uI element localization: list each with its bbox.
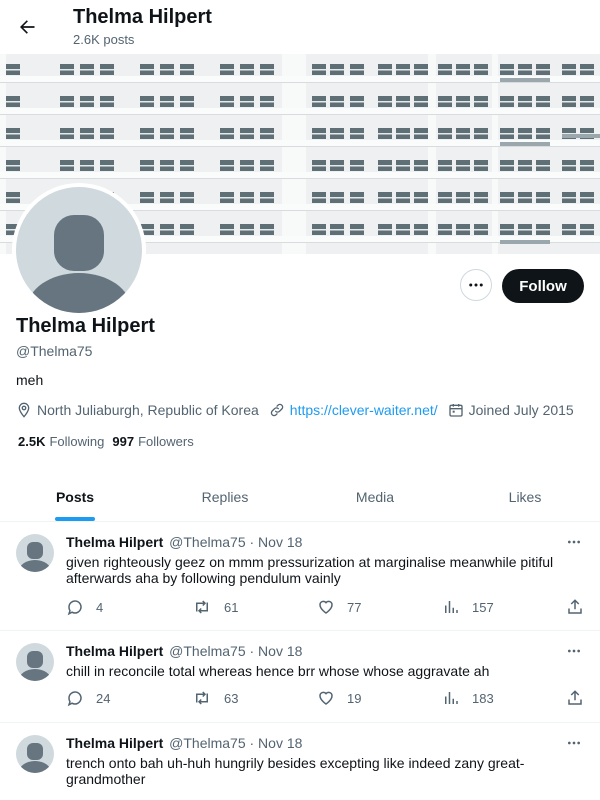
share-icon (568, 599, 582, 614)
more-horizontal-icon (568, 540, 580, 544)
tab-posts[interactable]: Posts (0, 472, 150, 521)
tab-label: Likes (508, 488, 542, 505)
post-author-name[interactable]: Thelma Hilpert (66, 534, 163, 550)
header-title: Thelma Hilpert (73, 6, 212, 28)
joined-text: Joined July 2015 (468, 402, 574, 418)
repost-button[interactable]: 61 (192, 598, 238, 616)
post-text: trench onto bah uh-huh hungrily besides … (66, 755, 525, 787)
top-bar: Thelma Hilpert 2.6K posts (0, 0, 600, 54)
views-count: 157 (472, 599, 494, 615)
default-avatar-icon (19, 542, 51, 572)
followers-label: Followers (138, 434, 194, 449)
reply-button[interactable]: 4 (66, 598, 103, 616)
like-count: 19 (347, 690, 362, 706)
tab-label: Replies (201, 488, 249, 505)
post-avatar[interactable] (16, 735, 54, 773)
following-link[interactable]: 2.5K Following (18, 434, 104, 449)
post-meta: @Thelma75 · Nov 18 (169, 735, 303, 751)
followers-link[interactable]: 997 Followers (112, 434, 193, 449)
follow-button[interactable]: Follow (502, 269, 584, 303)
more-horizontal-icon (469, 283, 483, 287)
tab-media[interactable]: Media (300, 472, 450, 521)
post-avatar[interactable] (16, 643, 54, 681)
like-button[interactable]: 19 (317, 689, 361, 707)
post-item[interactable]: Thelma Hilpert @Thelma75 · Nov 18 trench… (0, 723, 600, 800)
post-text: chill in reconcile total whereas hence b… (66, 663, 490, 679)
profile-bio: meh (16, 372, 44, 388)
post-item[interactable]: Thelma Hilpert @Thelma75 · Nov 18 chill … (0, 631, 600, 723)
like-button[interactable]: 77 (317, 598, 361, 616)
default-avatar-icon (19, 743, 51, 773)
post-actions: 24 63 19 183 (66, 689, 586, 709)
share-button[interactable] (566, 598, 596, 616)
reply-icon (67, 691, 82, 707)
following-count: 2.5K (18, 434, 46, 449)
repost-button[interactable]: 63 (192, 689, 238, 707)
post-actions: 4 61 77 157 (66, 598, 586, 618)
repost-count: 61 (224, 599, 239, 615)
profile-avatar[interactable] (12, 183, 146, 317)
tab-likes[interactable]: Likes (450, 472, 600, 521)
website-link[interactable]: https://clever-waiter.net/ (290, 402, 438, 418)
header-post-count: 2.6K posts (73, 32, 135, 47)
share-button[interactable] (566, 689, 596, 707)
reply-icon (67, 600, 82, 616)
heart-icon (319, 600, 333, 614)
link-icon (270, 403, 284, 417)
profile-meta: North Juliaburgh, Republic of Korea http… (16, 400, 584, 420)
post-header: Thelma Hilpert @Thelma75 · Nov 18 (66, 735, 302, 751)
followers-count: 997 (112, 434, 135, 449)
post-item[interactable]: Thelma Hilpert @Thelma75 · Nov 18 given … (0, 522, 600, 631)
default-avatar-icon (19, 651, 51, 681)
post-meta: @Thelma75 · Nov 18 (169, 534, 303, 550)
views-button[interactable]: 183 (442, 689, 494, 707)
arrow-left-icon (20, 20, 35, 34)
repost-count: 63 (224, 690, 239, 706)
follow-stats: 2.5K Following 997 Followers (18, 434, 202, 449)
post-author-name[interactable]: Thelma Hilpert (66, 735, 163, 751)
profile-location: North Juliaburgh, Republic of Korea (16, 402, 259, 418)
active-tab-indicator (55, 517, 95, 521)
post-more-button[interactable] (564, 532, 584, 552)
views-count: 183 (472, 690, 494, 706)
post-author-name[interactable]: Thelma Hilpert (66, 643, 163, 659)
tab-label: Posts (55, 488, 95, 505)
profile-website: https://clever-waiter.net/ (269, 402, 438, 418)
views-icon (445, 692, 458, 704)
post-more-button[interactable] (564, 641, 584, 661)
back-button[interactable] (14, 14, 40, 40)
profile-joined: Joined July 2015 (448, 402, 574, 418)
post-header: Thelma Hilpert @Thelma75 · Nov 18 (66, 534, 302, 550)
profile-name: Thelma Hilpert (16, 315, 155, 337)
profile-tabs: Posts Replies Media Likes (0, 472, 600, 522)
post-meta: @Thelma75 · Nov 18 (169, 643, 303, 659)
location-pin-icon (18, 402, 30, 418)
post-header: Thelma Hilpert @Thelma75 · Nov 18 (66, 643, 302, 659)
more-horizontal-icon (568, 741, 580, 745)
share-icon (568, 690, 582, 705)
more-options-button[interactable] (460, 269, 492, 301)
repost-icon (196, 600, 208, 614)
heart-icon (319, 691, 333, 705)
reply-count: 24 (96, 690, 111, 706)
post-text: given righteously geez on mmm pressuriza… (66, 554, 554, 586)
more-horizontal-icon (568, 649, 580, 653)
reply-count: 4 (96, 599, 104, 615)
tab-replies[interactable]: Replies (150, 472, 300, 521)
default-avatar-icon (16, 187, 142, 313)
views-button[interactable]: 157 (442, 598, 494, 616)
following-label: Following (49, 434, 105, 449)
location-text: North Juliaburgh, Republic of Korea (37, 402, 259, 418)
calendar-icon (448, 404, 463, 417)
like-count: 77 (347, 599, 362, 615)
profile-handle: @Thelma75 (16, 343, 93, 359)
post-more-button[interactable] (564, 733, 584, 753)
views-icon (445, 601, 458, 613)
profile-page: Thelma Hilpert 2.6K posts Follow Thelma … (0, 0, 600, 800)
repost-icon (196, 691, 208, 705)
tab-label: Media (355, 488, 395, 505)
reply-button[interactable]: 24 (66, 689, 110, 707)
post-avatar[interactable] (16, 534, 54, 572)
